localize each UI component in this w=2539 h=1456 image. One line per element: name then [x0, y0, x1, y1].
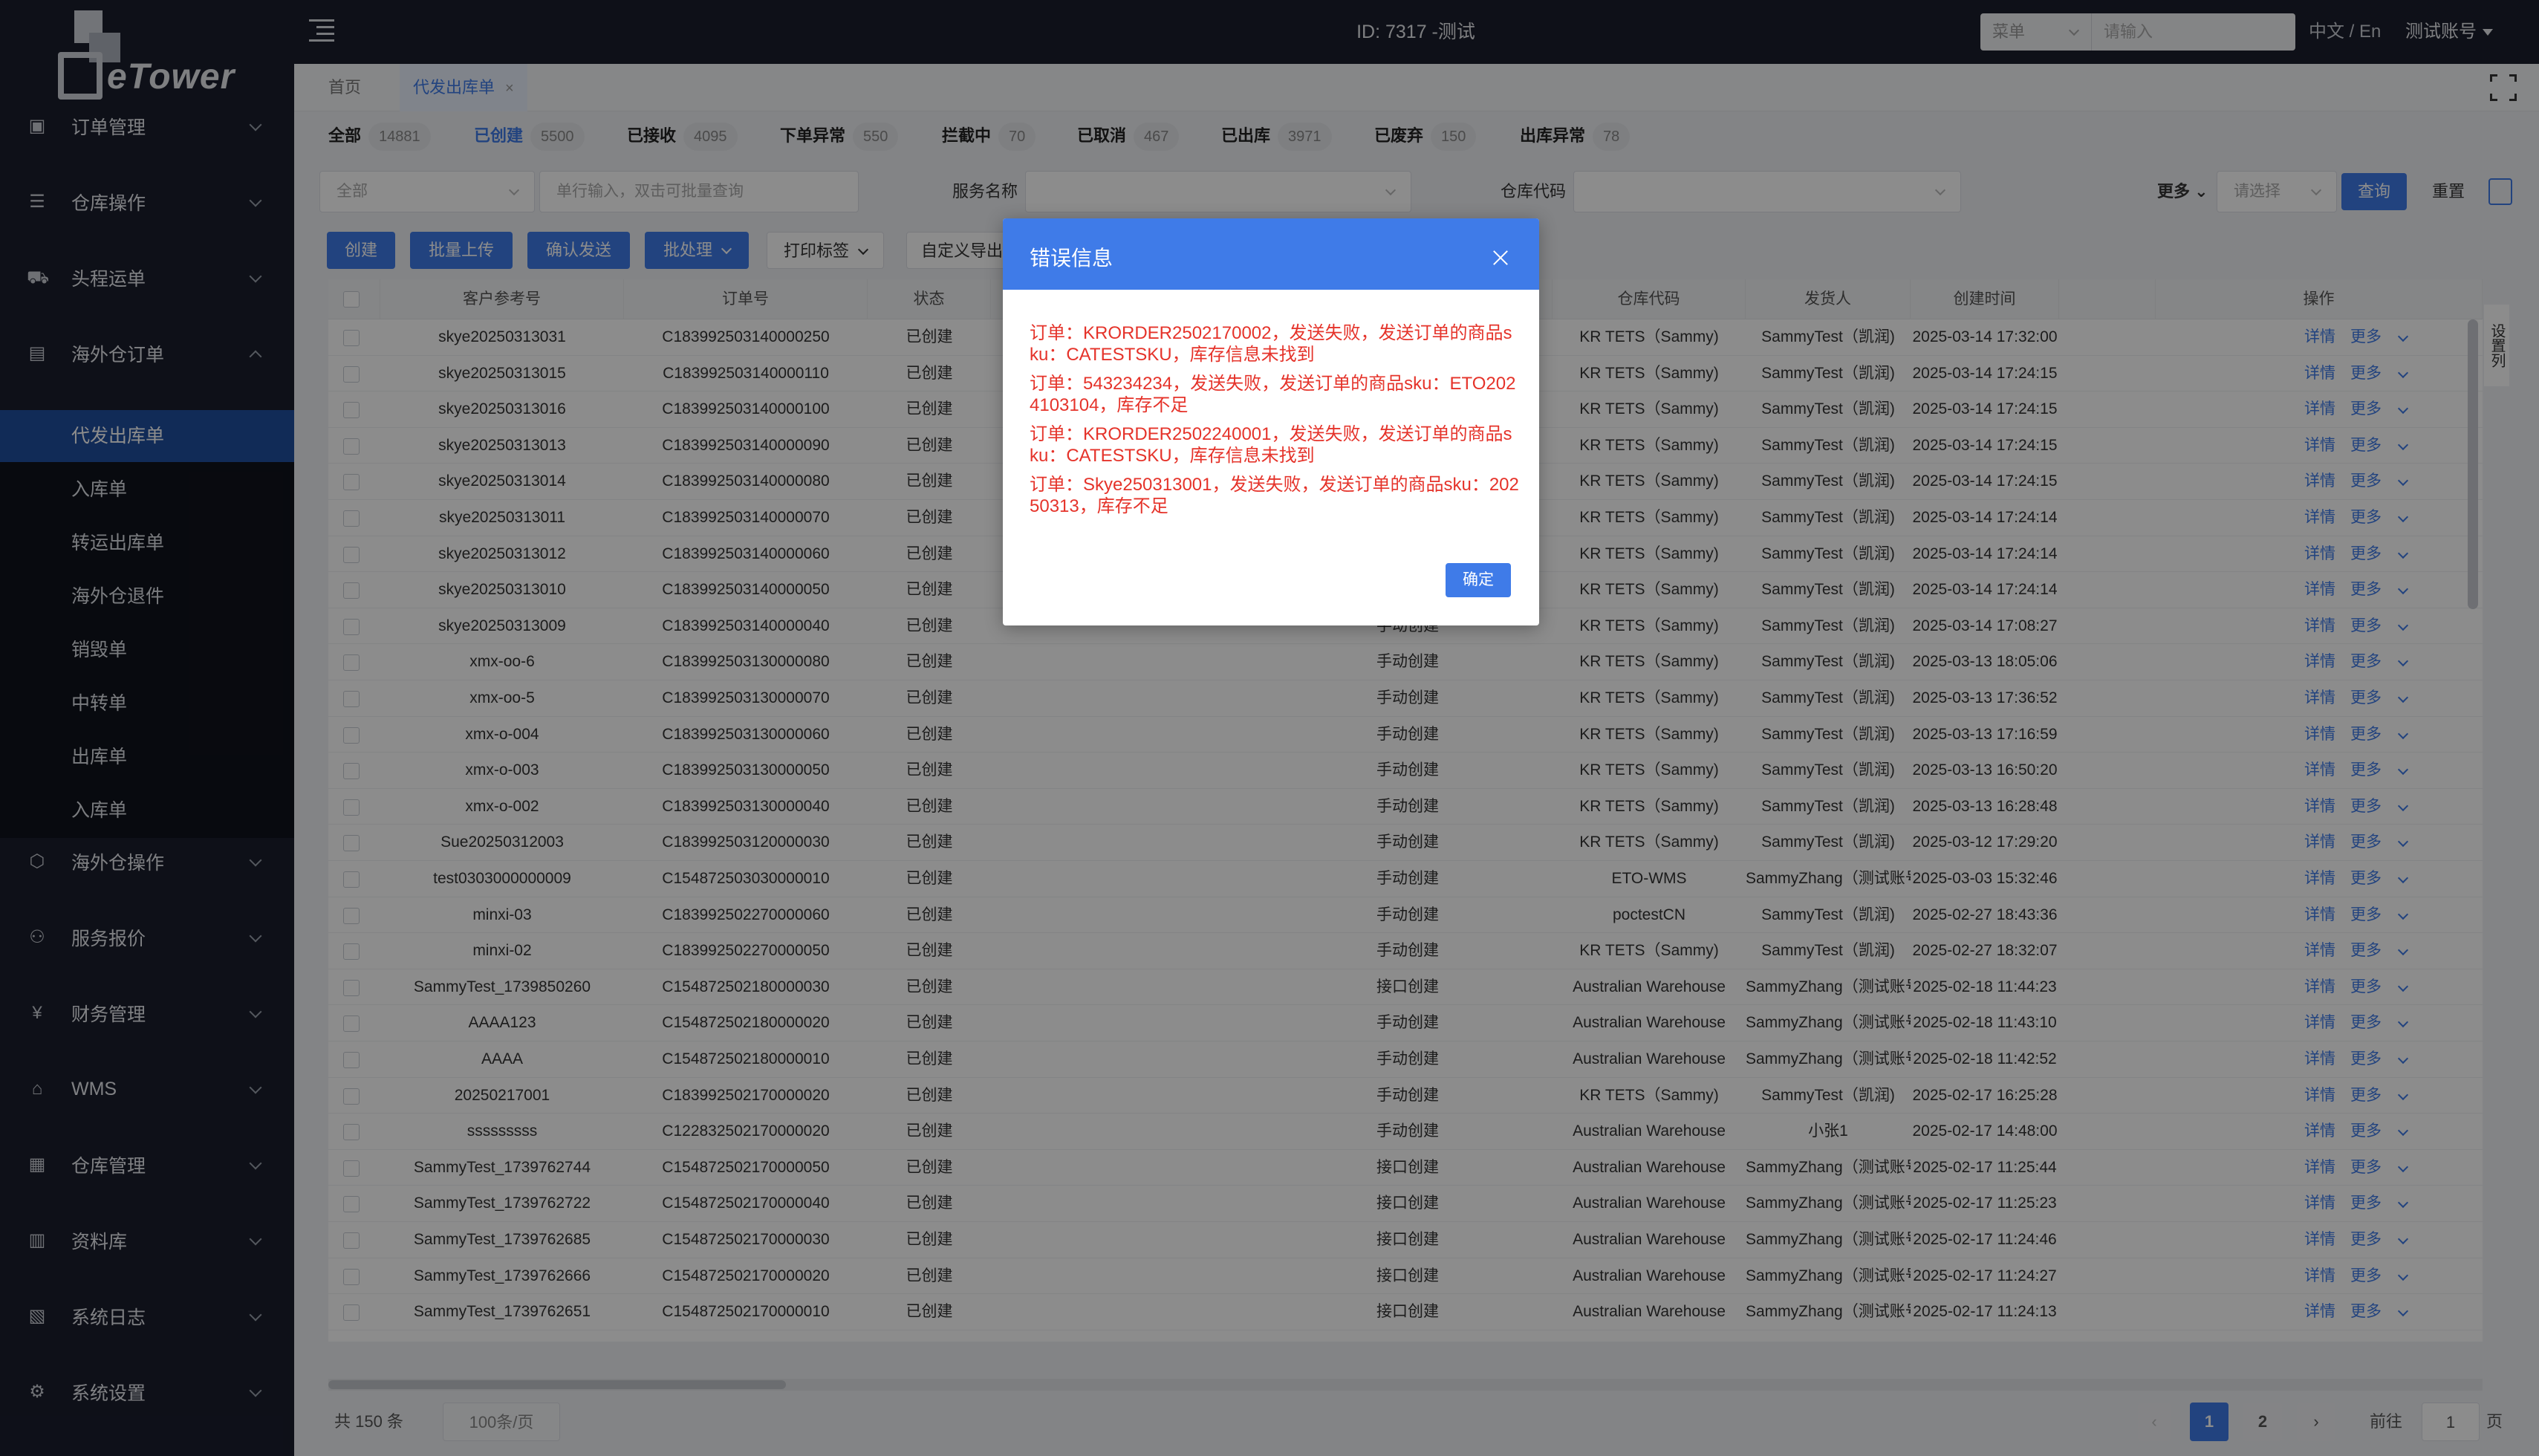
- dialog-header: 错误信息: [1003, 218, 1539, 290]
- error-message: 订单：KRORDER2502170002，发送失败，发送订单的商品sku：CAT…: [1030, 323, 1512, 365]
- error-message: 订单：KRORDER2502240001，发送失败，发送订单的商品sku：CAT…: [1030, 424, 1512, 466]
- error-dialog: 错误信息 订单：KRORDER2502170002，发送失败，发送订单的商品sk…: [1003, 218, 1539, 625]
- confirm-button[interactable]: 确定: [1446, 563, 1511, 597]
- dialog-title: 错误信息: [1030, 247, 1114, 270]
- error-messages: 订单：KRORDER2502170002，发送失败，发送订单的商品sku：CAT…: [1030, 322, 1520, 524]
- close-icon[interactable]: [1490, 248, 1511, 269]
- error-message: 订单：Skye250313001，发送失败，发送订单的商品sku：2025031…: [1030, 475, 1519, 516]
- error-message: 订单：543234234，发送失败，发送订单的商品sku：ETO20241031…: [1030, 374, 1516, 415]
